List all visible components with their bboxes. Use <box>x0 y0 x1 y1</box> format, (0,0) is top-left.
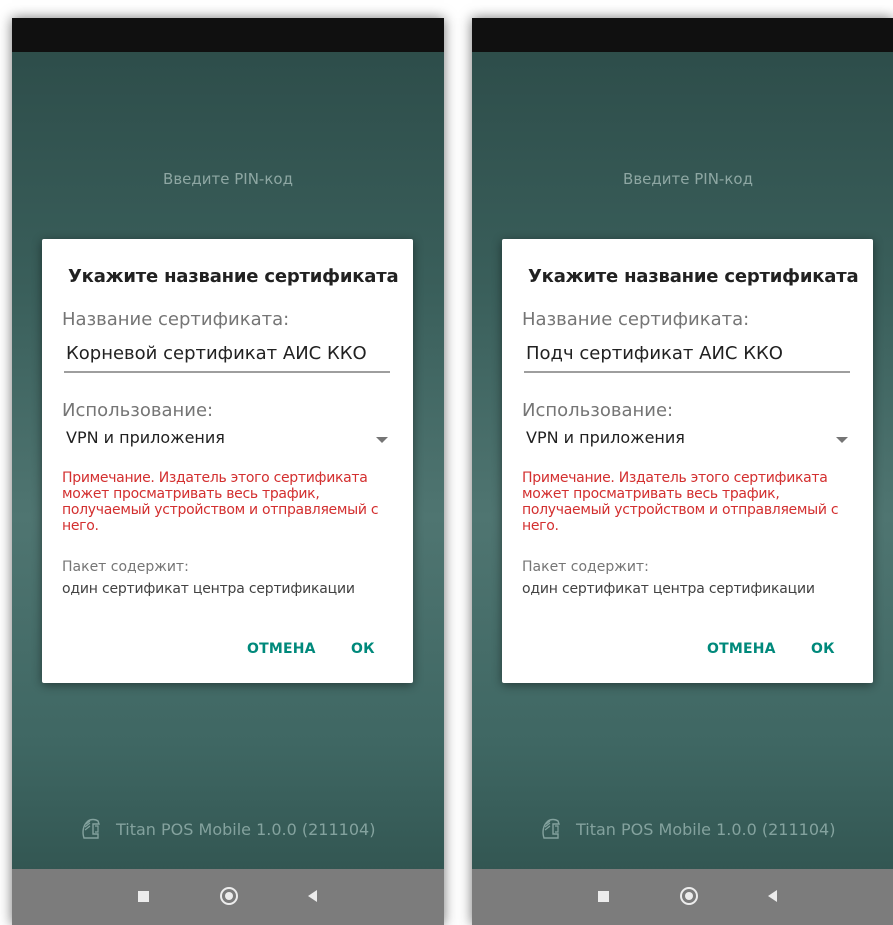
usage-select[interactable]: VPN и приложения <box>526 428 848 452</box>
home-button[interactable] <box>200 869 260 925</box>
package-content: один сертификат центра сертификации <box>522 581 815 597</box>
ok-button[interactable]: ОК <box>351 641 375 657</box>
usage-selected-value: VPN и приложения <box>526 428 685 447</box>
ok-button[interactable]: ОК <box>811 641 835 657</box>
certificate-name-dialog: Укажите название сертификата Название се… <box>502 239 873 683</box>
app-info: Titan POS Mobile 1.0.0 (211104) <box>78 816 375 842</box>
pin-prompt: Введите PIN-код <box>623 170 753 188</box>
usage-label: Использование: <box>522 400 674 421</box>
cancel-button[interactable]: ОТМЕНА <box>707 641 776 657</box>
pin-prompt: Введите PIN-код <box>163 170 293 188</box>
home-circle-icon <box>680 887 698 905</box>
recents-button[interactable] <box>574 869 634 925</box>
back-button[interactable] <box>284 869 344 925</box>
package-label: Пакет содержит: <box>62 559 189 575</box>
certificate-name-input[interactable]: Корневой сертификат АИС ККО <box>64 343 390 373</box>
recents-square-icon <box>598 891 609 902</box>
certificate-name-label: Название сертификата: <box>62 309 290 330</box>
navigation-bar <box>12 869 444 925</box>
titan-helmet-logo-icon <box>82 818 100 839</box>
recents-button[interactable] <box>114 869 174 925</box>
app-version-text: Titan POS Mobile 1.0.0 (211104) <box>576 819 836 839</box>
titan-helmet-logo-icon <box>542 818 560 839</box>
navigation-bar <box>472 869 893 925</box>
back-button[interactable] <box>744 869 804 925</box>
usage-select[interactable]: VPN и приложения <box>66 428 388 452</box>
dropdown-arrow-icon <box>376 437 388 443</box>
phone-screen-right: Введите PIN-код Укажите название сертифи… <box>472 18 893 925</box>
certificate-name-label: Название сертификата: <box>522 309 750 330</box>
status-bar <box>472 18 893 52</box>
home-button[interactable] <box>660 869 720 925</box>
usage-label: Использование: <box>62 400 214 421</box>
package-label: Пакет содержит: <box>522 559 649 575</box>
dialog-title: Укажите название сертификата <box>528 266 859 287</box>
app-version-text: Titan POS Mobile 1.0.0 (211104) <box>116 819 376 839</box>
dialog-title: Укажите название сертификата <box>68 266 399 287</box>
recents-square-icon <box>138 891 149 902</box>
warning-note: Примечание. Издатель этого сертификата м… <box>522 470 839 534</box>
warning-note: Примечание. Издатель этого сертификата м… <box>62 470 379 534</box>
dropdown-arrow-icon <box>836 437 848 443</box>
app-info: Titan POS Mobile 1.0.0 (211104) <box>538 816 835 842</box>
certificate-name-input[interactable]: Подч сертификат АИС ККО <box>524 343 850 373</box>
back-triangle-icon <box>768 890 777 902</box>
package-content: один сертификат центра сертификации <box>62 581 355 597</box>
usage-selected-value: VPN и приложения <box>66 428 225 447</box>
status-bar <box>12 18 444 52</box>
back-triangle-icon <box>308 890 317 902</box>
cancel-button[interactable]: ОТМЕНА <box>247 641 316 657</box>
phone-screen-left: Введите PIN-код Укажите название сертифи… <box>12 18 444 925</box>
certificate-name-dialog: Укажите название сертификата Название се… <box>42 239 413 683</box>
home-circle-icon <box>220 887 238 905</box>
